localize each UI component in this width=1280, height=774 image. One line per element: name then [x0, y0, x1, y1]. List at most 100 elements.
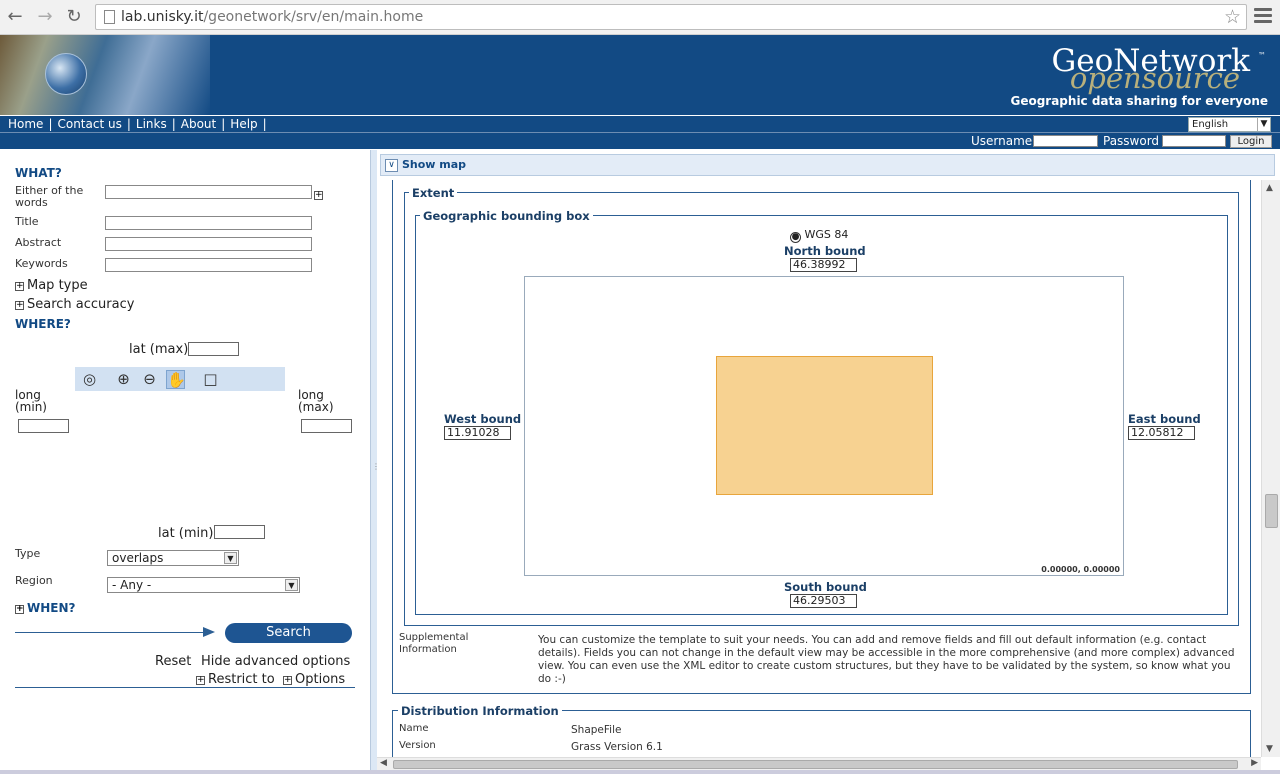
map-type-toggle[interactable]: + Map type [15, 278, 88, 293]
scroll-thumb-horizontal[interactable] [393, 760, 1238, 769]
menu-help[interactable]: Help [230, 117, 257, 131]
plus-icon: + [196, 675, 205, 685]
zoom-out-icon[interactable]: ⊖ [140, 370, 159, 389]
address-bar[interactable]: lab.unisky.it/geonetwork/srv/en/main.hom… [95, 4, 1247, 30]
zoom-world-icon[interactable]: ◎ [80, 370, 99, 389]
plus-icon: + [15, 604, 24, 614]
crs-radio[interactable]: ● WGS 84 [790, 228, 848, 243]
west-value[interactable]: 11.91028 [444, 426, 511, 440]
map-toolbar: ◎ ⊕ ⊖ ✋ □ [75, 367, 285, 391]
scroll-thumb[interactable] [1265, 494, 1278, 528]
menu-icon[interactable] [1254, 8, 1272, 26]
search-panel: WHAT? Either of the words + Title Abstra… [0, 150, 370, 774]
scroll-left-icon[interactable]: ◀ [380, 758, 387, 768]
reload-icon[interactable]: ↻ [63, 6, 85, 28]
globe-icon [45, 53, 87, 95]
chevron-down-icon: ▼ [285, 579, 298, 591]
keywords-label: Keywords [15, 257, 68, 270]
abstract-label: Abstract [15, 236, 62, 249]
lat-min-input[interactable] [214, 525, 265, 539]
either-input[interactable] [105, 185, 312, 199]
forward-icon[interactable]: → [34, 6, 56, 28]
header-banner: opensource GeoNetwork ™ Geographic data … [0, 35, 1280, 115]
region-value: - Any - [112, 578, 152, 592]
south-value[interactable]: 46.29503 [790, 594, 857, 608]
title-input[interactable] [105, 216, 312, 230]
abstract-input[interactable] [105, 237, 312, 251]
long-max-label: long (max) [298, 388, 334, 414]
either-label: Either of the words [15, 184, 84, 209]
panel-splitter[interactable]: ⋮ [370, 150, 380, 774]
login-button[interactable]: Login [1230, 135, 1272, 148]
bbox-map[interactable]: 0.00000, 0.00000 [524, 276, 1124, 576]
password-input[interactable] [1162, 135, 1226, 147]
scroll-up-icon[interactable]: ▲ [1266, 183, 1273, 193]
menu-bar: Home | Contact us | Links | About | Help | Englis… [0, 115, 1280, 132]
horizontal-scrollbar[interactable]: ◀ ▶ [377, 757, 1261, 770]
long-min-input[interactable] [18, 419, 69, 433]
region-label: Region [15, 574, 53, 587]
url-host: lab.unisky.it [121, 9, 204, 25]
east-label: East bound [1128, 412, 1201, 426]
long-max-input[interactable] [301, 419, 352, 433]
crs-label: WGS 84 [804, 228, 849, 241]
region-select[interactable]: - Any - ▼ [107, 577, 300, 593]
divider [15, 687, 355, 688]
chevron-down-icon: ▼ [224, 552, 237, 564]
back-icon[interactable]: ← [4, 6, 26, 28]
arrow-line [15, 632, 208, 633]
menu-links[interactable]: Links [136, 117, 167, 131]
vertical-scrollbar[interactable]: ▲ ▼ [1261, 180, 1280, 757]
restrict-to-toggle[interactable]: + Restrict to [196, 672, 275, 687]
south-label: South bound [784, 580, 867, 594]
browser-toolbar: ← → ↻ lab.unisky.it/geonetwork/srv/en/ma… [0, 0, 1280, 35]
name-value: ShapeFile [571, 724, 622, 736]
arrow-right-icon [203, 627, 215, 637]
language-select[interactable]: English ▼ [1188, 117, 1271, 132]
reset-link[interactable]: Reset [155, 654, 191, 669]
title-label: Title [15, 215, 39, 228]
search-accuracy-toggle[interactable]: + Search accuracy [15, 297, 134, 312]
scroll-down-icon[interactable]: ▼ [1266, 744, 1273, 754]
pan-hand-icon[interactable]: ✋ [166, 370, 186, 389]
plus-icon: + [283, 675, 292, 685]
logo-title: GeoNetwork [1051, 43, 1250, 79]
extent-legend: Extent [409, 186, 458, 200]
type-select[interactable]: overlaps ▼ [107, 550, 239, 566]
metadata-content: Extent Geographic bounding box ● WGS 84 … [380, 180, 1261, 757]
supplemental-text: You can customize the template to suit y… [538, 634, 1235, 685]
username-input[interactable] [1033, 135, 1098, 147]
logo-tagline: Geographic data sharing for everyone [1010, 94, 1268, 108]
status-bar [0, 770, 1280, 774]
show-map-bar[interactable]: ∨ Show map [380, 154, 1275, 176]
star-icon[interactable]: ☆ [1224, 6, 1241, 28]
when-toggle[interactable]: + WHEN? [15, 601, 75, 615]
version-label: Version [399, 740, 436, 751]
show-map-label: Show map [402, 158, 467, 171]
scroll-right-icon[interactable]: ▶ [1251, 758, 1258, 768]
what-title: WHAT? [15, 166, 62, 180]
bbox-rectangle[interactable] [716, 356, 933, 495]
search-button[interactable]: Search [225, 623, 352, 643]
options-toggle[interactable]: + Options [283, 672, 345, 687]
plus-icon: + [15, 281, 24, 291]
long-min-label: long (min) [15, 388, 47, 414]
type-value: overlaps [112, 551, 164, 565]
expand-either-icon[interactable]: + [314, 187, 326, 201]
north-value[interactable]: 46.38992 [790, 258, 857, 272]
menu-about[interactable]: About [181, 117, 216, 131]
supplemental-label: Supplemental Information [399, 632, 469, 655]
lat-max-input[interactable] [188, 342, 239, 356]
page-icon [104, 10, 115, 24]
east-value[interactable]: 12.05812 [1128, 426, 1195, 440]
zoom-in-icon[interactable]: ⊕ [114, 370, 133, 389]
select-box-icon[interactable]: □ [201, 370, 220, 389]
menu-home[interactable]: Home [8, 117, 43, 131]
bbox-legend: Geographic bounding box [420, 209, 593, 223]
keywords-input[interactable] [105, 258, 312, 272]
hide-advanced-link[interactable]: Hide advanced options [201, 654, 350, 669]
chevron-down-icon: ∨ [385, 159, 398, 172]
cursor-coordinates: 0.00000, 0.00000 [1041, 565, 1120, 574]
url-path: /geonetwork/srv/en/main.home [203, 9, 424, 25]
menu-contact[interactable]: Contact us [57, 117, 121, 131]
